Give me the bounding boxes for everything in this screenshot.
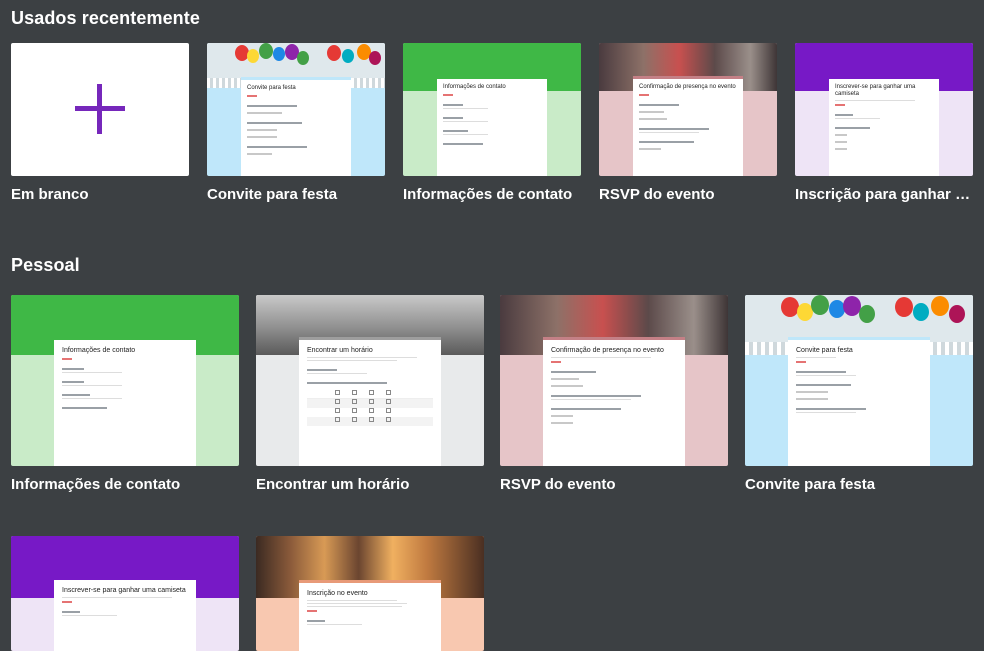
template-event-registration[interactable]: Inscrição no evento	[256, 536, 484, 651]
template-thumbnail: Inscrever-se para ganhar uma camiseta	[795, 43, 973, 176]
template-label: RSVP do evento	[599, 186, 715, 203]
form-preview-card: Encontrar um horário	[299, 337, 441, 466]
form-title: Informações de contato	[443, 84, 506, 90]
template-tshirt-signup[interactable]: Inscrever-se para ganhar uma camiseta In…	[795, 43, 973, 208]
form-title: Inscrever-se para ganhar uma camiseta	[835, 84, 916, 97]
template-tshirt-signup[interactable]: Inscrever-se para ganhar uma camiseta	[11, 536, 239, 651]
template-thumbnail: Informações de contato	[403, 43, 581, 176]
template-label: Convite para festa	[207, 186, 338, 203]
form-title: Inscrição no evento	[307, 590, 368, 597]
template-label: Informações de contato	[403, 186, 573, 203]
template-label: RSVP do evento	[500, 476, 616, 493]
template-thumbnail: Confirmação de presença no evento	[500, 295, 728, 466]
template-blank[interactable]: Em branco	[11, 43, 189, 208]
template-label: Em branco	[11, 186, 89, 203]
form-preview-card: Informações de contato	[54, 337, 196, 466]
form-preview-card: Convite para festa	[788, 337, 930, 466]
template-label: Convite para festa	[745, 476, 876, 493]
template-party-invite[interactable]: Convite para festa Convite para festa	[207, 43, 385, 208]
form-preview-card: Convite para festa	[241, 77, 351, 176]
template-contact-info[interactable]: Informações de contato Informações de co…	[11, 295, 239, 499]
form-title: Inscrever-se para ganhar uma camiseta	[62, 587, 186, 594]
form-title: Convite para festa	[796, 347, 853, 354]
template-contact-info[interactable]: Informações de contato Informações de co…	[403, 43, 581, 208]
form-preview-card: Confirmação de presença no evento	[543, 337, 685, 466]
form-preview-card: Inscrever-se para ganhar uma camiseta	[54, 577, 196, 651]
form-title: Confirmação de presença no evento	[551, 347, 664, 354]
template-thumbnail: Confirmação de presença no evento	[599, 43, 777, 176]
section-title-personal: Pessoal	[11, 255, 80, 275]
template-find-time[interactable]: Encontrar um horário Encontrar um horári…	[256, 295, 484, 499]
section-title-recent: Usados recentemente	[11, 8, 200, 28]
template-party-invite[interactable]: Convite para festa Convite para festa	[745, 295, 973, 499]
form-preview-card: Inscrever-se para ganhar uma camiseta	[829, 76, 939, 176]
template-thumbnail	[11, 43, 189, 176]
form-title: Informações de contato	[62, 347, 136, 354]
template-label: Encontrar um horário	[256, 476, 410, 493]
template-thumbnail: Convite para festa	[745, 295, 973, 466]
template-thumbnail: Encontrar um horário	[256, 295, 484, 466]
form-title: Convite para festa	[247, 85, 296, 91]
form-title: Confirmação de presença no evento	[639, 84, 736, 90]
template-label: Informações de contato	[11, 476, 181, 493]
form-title: Encontrar um horário	[307, 347, 373, 354]
form-preview-card: Inscrição no evento	[299, 580, 441, 651]
template-rsvp[interactable]: Confirmação de presença no evento RSVP d…	[500, 295, 728, 499]
template-thumbnail: Inscrição no evento	[256, 536, 484, 651]
plus-icon	[11, 43, 189, 176]
template-thumbnail: Convite para festa	[207, 43, 385, 176]
template-thumbnail: Inscrever-se para ganhar uma camiseta	[11, 536, 239, 651]
form-preview-card: Confirmação de presença no evento	[633, 76, 743, 176]
template-label: Inscrição para ganhar c...	[795, 186, 973, 203]
form-preview-card: Informações de contato	[437, 76, 547, 176]
template-thumbnail: Informações de contato	[11, 295, 239, 466]
template-rsvp[interactable]: Confirmação de presença no evento RSVP d…	[599, 43, 777, 208]
